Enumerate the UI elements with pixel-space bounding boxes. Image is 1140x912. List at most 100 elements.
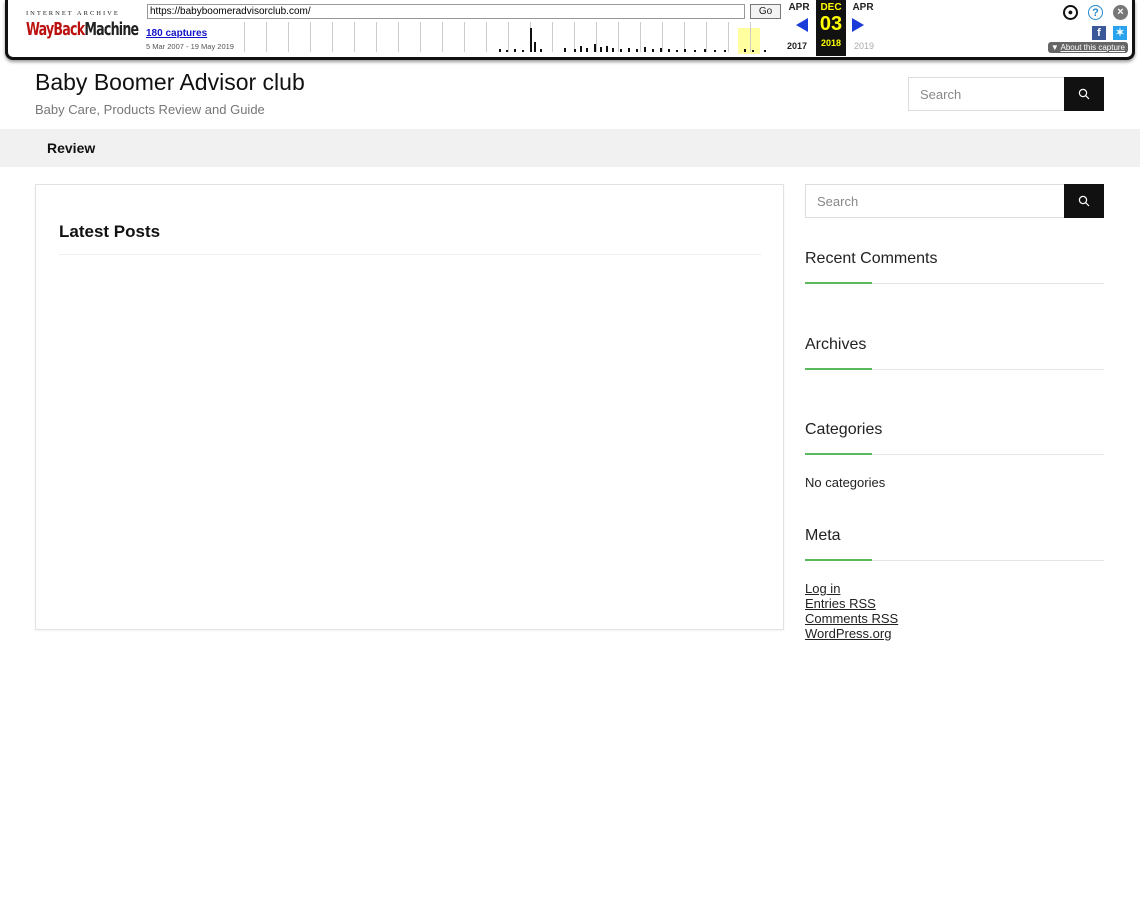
site-tagline: Baby Care, Products Review and Guide [35,102,265,117]
sparkline-bar [644,47,646,52]
sparkline-year-divider [332,22,333,52]
about-capture-button[interactable]: ▼ About this capture [1047,42,1128,53]
recent-comments-title: Recent Comments [805,250,938,267]
sparkline-bar [714,50,716,52]
sparkline-year-divider [508,22,509,52]
sparkline-year-divider [750,22,751,52]
wayback-toolbar: INTERNET ARCHIVE WayBackMachine https://… [5,0,1135,60]
nav-item-review[interactable]: Review [47,140,95,156]
header-search-input[interactable] [909,78,1065,110]
wayback-sparkline[interactable] [244,22,774,54]
sparkline-bar [612,48,614,52]
sidebar-search [805,184,1104,218]
archives-divider [805,368,1104,370]
user-icon[interactable]: ● [1063,5,1078,20]
sparkline-year-divider [706,22,707,52]
main-content: Latest Posts [35,184,784,630]
sparkline-year-divider [442,22,443,52]
site-title[interactable]: Baby Boomer Advisor club [35,69,305,96]
sparkline-bar [636,49,638,52]
sidebar-search-button[interactable] [1064,184,1104,218]
sparkline-bar [668,49,670,52]
sparkline-bar [580,46,582,52]
sparkline-bar [752,50,754,52]
sparkline-bar [764,50,766,52]
search-icon [1078,195,1090,207]
wayback-go-button[interactable]: Go [750,4,781,19]
wayback-date-range: 5 Mar 2007 - 19 May 2019 [146,42,234,51]
categories-divider [805,453,1104,455]
sparkline-bar [586,48,588,52]
sparkline-bar [564,48,566,52]
facebook-icon[interactable]: f [1092,26,1106,40]
next-year-label: 2019 [853,41,875,51]
sparkline-year-divider [288,22,289,52]
wayback-url-input[interactable]: https://babyboomeradvisorclub.com/ [147,4,745,19]
sparkline-year-divider [244,22,245,52]
sparkline-bar [574,49,576,52]
sparkline-bar [744,49,746,52]
meta-divider [805,559,1104,561]
sparkline-year-divider [728,22,729,52]
header-search-button[interactable] [1064,77,1104,111]
prev-capture-arrow-icon[interactable] [796,18,808,32]
meta-title: Meta [805,527,841,544]
sparkline-year-divider [640,22,641,52]
wayback-logo[interactable]: INTERNET ARCHIVE WayBackMachine [24,6,139,46]
sparkline-year-divider [486,22,487,52]
close-icon[interactable]: × [1113,5,1128,20]
sparkline-bar [628,48,630,52]
sparkline-year-divider [684,22,685,52]
meta-link-comments-rss[interactable]: Comments RSS [805,611,898,626]
sparkline-bar [704,49,706,52]
latest-posts-heading: Latest Posts [59,222,161,241]
sparkline-bar [530,28,532,52]
sidebar-search-input[interactable] [806,185,1065,217]
wayback-captures-link[interactable]: 180 captures [146,28,207,39]
divider [59,254,761,255]
prev-year-label[interactable]: 2017 [782,41,812,51]
sparkline-bar [606,46,608,52]
twitter-icon[interactable]: ✶ [1113,26,1127,40]
sparkline-bar [514,49,516,52]
sparkline-year-divider [376,22,377,52]
sparkline-bar [660,48,662,52]
sparkline-year-divider [420,22,421,52]
wayback-logo-caption: INTERNET ARCHIVE [26,10,120,17]
meta-link-wordpress-org[interactable]: WordPress.org [805,626,891,641]
sparkline-year-divider [354,22,355,52]
next-month-label[interactable]: APR [848,2,878,13]
prev-month-label[interactable]: APR [784,2,814,13]
sparkline-year-divider [596,22,597,52]
sparkline-year-divider [398,22,399,52]
sparkline-bar [620,49,622,52]
sparkline-bar [724,50,726,52]
current-year: 2018 [820,38,842,48]
sparkline-year-divider [618,22,619,52]
meta-link-log-in[interactable]: Log in [805,581,840,596]
sparkline-bar [499,49,501,52]
categories-title: Categories [805,421,883,438]
main-navigation: Review [0,129,1140,167]
meta-link-entries-rss[interactable]: Entries RSS [805,596,876,611]
header-search [908,77,1104,111]
sparkline-bar [652,49,654,52]
sparkline-bar [540,49,542,52]
sparkline-bar [694,50,696,52]
recent-comments-divider [805,282,1104,284]
sparkline-year-divider [552,22,553,52]
sparkline-bar [594,44,596,52]
help-icon[interactable]: ? [1088,5,1103,20]
wayback-logo-text: WayBackMachine [26,19,139,40]
next-capture-arrow-icon[interactable] [852,18,864,32]
sparkline-year-divider [662,22,663,52]
search-icon [1078,88,1090,100]
sparkline-bar [600,47,602,52]
current-day: 03 [819,13,843,35]
sparkline-bar [522,50,524,52]
sparkline-bar [534,42,536,52]
sparkline-bar [676,50,678,52]
sparkline-bar [684,49,686,52]
sparkline-highlight [738,28,760,54]
current-capture-date: DEC 03 2018 [816,0,846,56]
